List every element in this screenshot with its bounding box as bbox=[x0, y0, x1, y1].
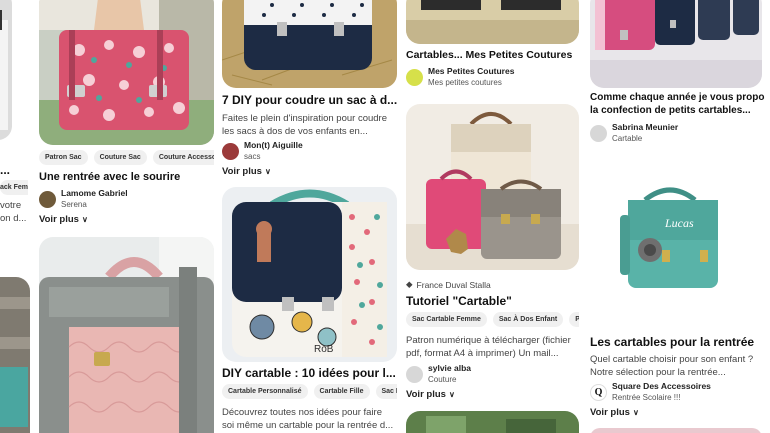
creator-name: Square Des Accessoires bbox=[612, 381, 711, 391]
pin-image-cartables-top[interactable] bbox=[406, 0, 579, 44]
pin-image-floral-bag[interactable] bbox=[39, 0, 214, 145]
pin2-desc-1: Faites le plein d'inspiration pour coudr… bbox=[222, 113, 387, 124]
avatar: Q bbox=[590, 383, 607, 401]
see-more-button[interactable]: Voir plus ∨ bbox=[39, 214, 88, 225]
pin-image-polka-bag[interactable] bbox=[222, 0, 397, 88]
tag-cartable-personnalise[interactable]: Cartable Personnalisé bbox=[222, 384, 308, 399]
pin-image-colorful-bags[interactable] bbox=[590, 0, 762, 88]
pin-title-col0[interactable]: ... bbox=[0, 163, 14, 177]
pin5-desc-2: pdf, format A4 à imprimer) Un mail... bbox=[406, 348, 559, 359]
pin3-title[interactable]: DIY cartable : 10 idées pour l... bbox=[222, 366, 397, 380]
pin-source-icon: ◆ bbox=[406, 279, 413, 289]
pin-image-gray-pink-bag[interactable] bbox=[39, 237, 214, 433]
source-name: France Duval Stalla bbox=[416, 279, 491, 290]
tag-col0[interactable]: ack Fem bbox=[0, 180, 28, 195]
pin1-tags: Patron Sac Couture Sac Couture Accessoir… bbox=[39, 150, 214, 165]
pin5-tags: Sac Cartable Femme Sac À Dos Enfant Peti bbox=[406, 312, 579, 327]
pin-tags-col0: ack Fem bbox=[0, 180, 28, 195]
creator-board: Mes petites coutures bbox=[428, 78, 502, 87]
pin2-desc-2: les sacs à dos de vos enfants en... bbox=[222, 126, 368, 137]
pin-image-robot-bag[interactable]: RoB bbox=[222, 187, 397, 362]
tag-couture-sac[interactable]: Couture Sac bbox=[93, 150, 147, 165]
pin7-creator[interactable]: Q Square Des Accessoires Rentrée Scolair… bbox=[590, 381, 711, 403]
avatar bbox=[406, 365, 423, 383]
chevron-down-icon: ∨ bbox=[632, 408, 639, 417]
pin2-creator[interactable]: Mon(t) Aiguille sacs bbox=[222, 140, 303, 162]
creator-name: Mes Petites Coutures bbox=[428, 66, 515, 76]
creator-board: sacs bbox=[244, 152, 261, 161]
pin-image-pink-bottom[interactable] bbox=[590, 428, 762, 433]
pin1-creator[interactable]: Lamome Gabriel Serena bbox=[39, 188, 128, 210]
chevron-down-icon: ∨ bbox=[448, 390, 455, 399]
tag-peti[interactable]: Peti bbox=[569, 312, 579, 327]
pin5-source[interactable]: ◆ France Duval Stalla bbox=[406, 279, 491, 290]
creator-board: Serena bbox=[61, 200, 87, 209]
creator-board: Rentrée Scolaire !!! bbox=[612, 393, 681, 402]
pin5-creator[interactable]: sylvie alba Couture bbox=[406, 363, 471, 385]
pin5-title[interactable]: Tutoriel "Cartable" bbox=[406, 294, 581, 308]
pin4-title[interactable]: Cartables... Mes Petites Coutures bbox=[406, 49, 581, 61]
pin6-creator[interactable]: Sabrina Meunier Cartable bbox=[590, 122, 678, 144]
chevron-down-icon: ∨ bbox=[81, 215, 88, 224]
pin1-title[interactable]: Une rentrée avec le sourire bbox=[39, 171, 214, 183]
bag-name-text: Lucas bbox=[664, 216, 694, 230]
tag-couture-accessoire[interactable]: Couture Accessoire bbox=[152, 150, 214, 165]
pin7-desc-2: Notre sélection pour la rentrée... bbox=[590, 367, 726, 378]
avatar bbox=[222, 142, 239, 160]
creator-name: Sabrina Meunier bbox=[612, 122, 679, 132]
pin5-desc-1: Patron numérique à télécharger (fichier bbox=[406, 335, 571, 346]
pin-image-green-bottom[interactable] bbox=[406, 411, 579, 433]
pin3-desc-2: soi même un cartable pour la rentrée d..… bbox=[222, 420, 394, 431]
pin7-title[interactable]: Les cartables pour la rentrée bbox=[590, 335, 765, 349]
pin4-creator[interactable]: Mes Petites Coutures Mes petites couture… bbox=[406, 66, 514, 88]
pin-image-teal-bag[interactable]: Lucas bbox=[590, 155, 762, 325]
avatar bbox=[590, 124, 607, 142]
pin3-tags: Cartable Personnalisé Cartable Fille Sac… bbox=[222, 384, 397, 399]
pin-image-tutoriel-bags[interactable] bbox=[406, 104, 579, 270]
chevron-down-icon: ∨ bbox=[264, 167, 271, 176]
see-more-button[interactable]: Voir plus ∨ bbox=[406, 389, 455, 400]
pin6-title-1[interactable]: Comme chaque année je vous propose bbox=[590, 92, 765, 103]
pin-desc-col0-2: on d... bbox=[0, 213, 27, 224]
see-more-button[interactable]: Voir plus ∨ bbox=[222, 166, 271, 177]
pin2-title[interactable]: 7 DIY pour coudre un sac à d... bbox=[222, 93, 397, 107]
tag-sac-a-dos-enfant[interactable]: Sac À Dos Enfant bbox=[492, 312, 564, 327]
pin-image-col0-bottom[interactable] bbox=[0, 277, 30, 433]
creator-name: sylvie alba bbox=[428, 363, 472, 373]
creator-board: Cartable bbox=[612, 134, 643, 143]
pin7-desc-1: Quel cartable choisir pour son enfant ? bbox=[590, 354, 754, 365]
creator-board: Couture bbox=[428, 375, 457, 384]
creator-name: Lamome Gabriel bbox=[61, 188, 128, 198]
pin3-desc-1: Découvrez toutes nos idées pour faire bbox=[222, 407, 383, 418]
tag-patron-sac[interactable]: Patron Sac bbox=[39, 150, 88, 165]
avatar bbox=[406, 68, 423, 86]
creator-name: Mon(t) Aiguille bbox=[244, 140, 303, 150]
tag-cartable-fille[interactable]: Cartable Fille bbox=[313, 384, 370, 399]
pin-image-col0-top[interactable] bbox=[0, 0, 12, 140]
svg-text:RoB: RoB bbox=[314, 344, 334, 355]
pin-desc-col0-1: votre bbox=[0, 200, 22, 211]
see-more-button[interactable]: Voir plus ∨ bbox=[590, 407, 639, 418]
tag-sac-fe[interactable]: Sac Fe bbox=[375, 384, 397, 399]
avatar bbox=[39, 190, 56, 208]
tag-sac-cartable-femme[interactable]: Sac Cartable Femme bbox=[406, 312, 487, 327]
pin6-title-2[interactable]: la confection de petits cartables... bbox=[590, 105, 765, 116]
